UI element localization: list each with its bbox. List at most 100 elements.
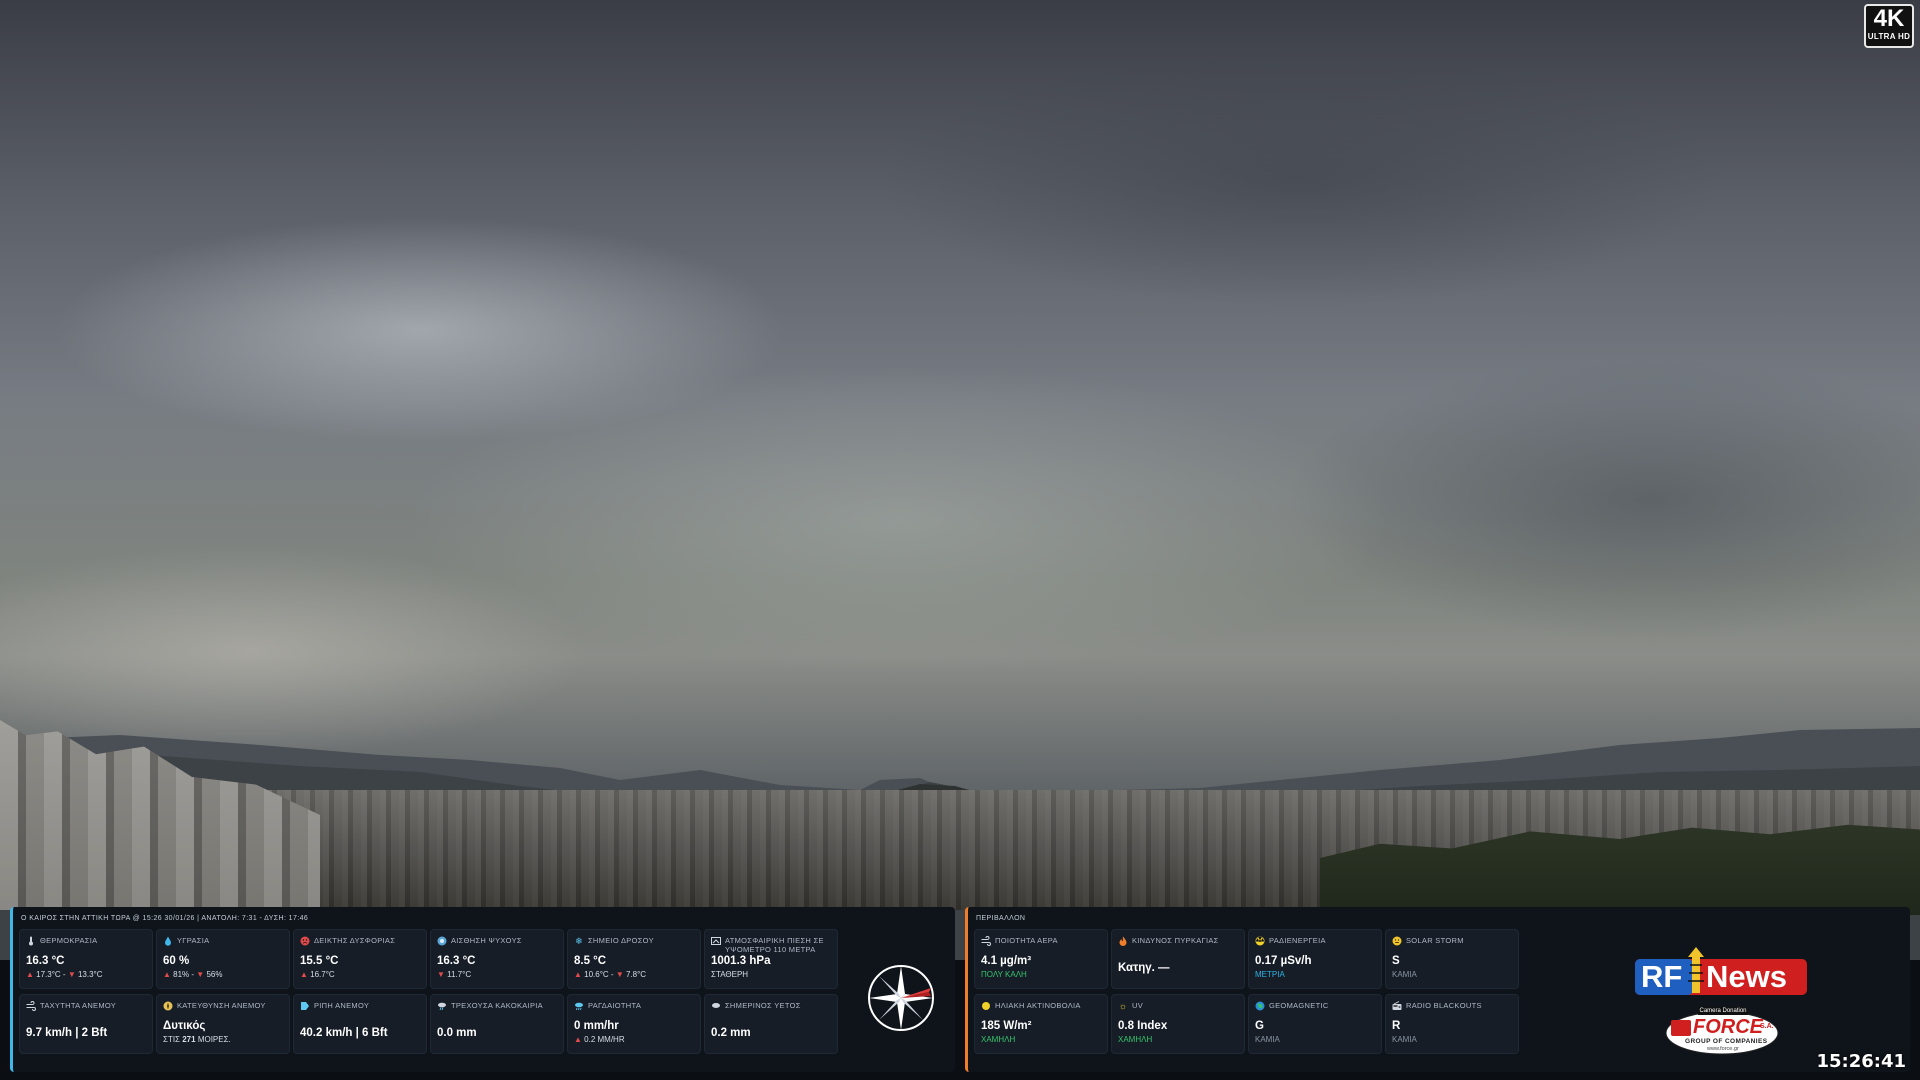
uv-value: 0.8 Index bbox=[1118, 1020, 1168, 1032]
wind-chill-value: 16.3 °C bbox=[437, 955, 476, 967]
today-rain-title: ΣΗΜΕΡΙΝΟΣ ΥΕΤΟΣ bbox=[725, 1001, 801, 1010]
solar-radiation-card: ΗΛΙΑΚΗ ΑΚΤΙΝΟΒΟΛΙΑ 185 W/m² ΧΑΜΗΛΗ bbox=[974, 994, 1108, 1054]
wind-chill-title: ΑΙΣΘΗΣΗ ΨΥΧΟΥΣ bbox=[451, 936, 522, 945]
solar-radiation-status: ΧΑΜΗΛΗ bbox=[981, 1035, 1016, 1044]
degrees-number: 271 bbox=[182, 1035, 196, 1044]
geomagnetic-card: GEOMAGNETIC G ΚΑΜΙΑ bbox=[1248, 994, 1382, 1054]
geomagnetic-status: ΚΑΜΙΑ bbox=[1255, 1035, 1280, 1044]
air-quality-card: ΠΟΙΟΤΗΤΑ ΑΕΡΑ 4.1 µg/m³ ΠΟΛΥ ΚΑΛΗ bbox=[974, 929, 1108, 989]
humidity-card: ΥΓΡΑΣΙΑ 60 % ▲ 81% - ▼ 56% bbox=[156, 929, 290, 989]
temperature-card: ΘΕΡΜΟΚΡΑΣΙΑ 16.3 °C ▲ 17.3°C - ▼ 13.3°C bbox=[19, 929, 153, 989]
rain-cloud-icon bbox=[711, 1001, 721, 1011]
temperature-max: 17.3°C bbox=[36, 970, 61, 979]
badge-4k-text: 4K bbox=[1873, 5, 1905, 32]
wind-icon bbox=[26, 1001, 36, 1011]
discomfort-icon bbox=[300, 936, 310, 946]
globe-icon bbox=[1255, 1001, 1265, 1011]
dew-point-range: ▲ 10.6°C - ▼ 7.8°C bbox=[574, 970, 694, 979]
arrow-up-icon: ▲ bbox=[163, 970, 171, 979]
air-quality-icon bbox=[981, 936, 991, 946]
rfnews-logo-rf-text: RF bbox=[1641, 959, 1683, 994]
wind-gust-card: ΡΙΠΗ ΑΝΕΜΟΥ 40.2 km/h | 6 Bft bbox=[293, 994, 427, 1054]
solar-radiation-title: ΗΛΙΑΚΗ ΑΚΤΙΝΟΒΟΛΙΑ bbox=[995, 1001, 1081, 1010]
force-group-logo: Camera Donation FORCE S.A. GROUP OF COMP… bbox=[1665, 1007, 1780, 1055]
solar-storm-icon bbox=[1392, 936, 1402, 946]
fire-icon bbox=[1118, 936, 1128, 946]
weather-grid: ΘΕΡΜΟΚΡΑΣΙΑ 16.3 °C ▲ 17.3°C - ▼ 13.3°C … bbox=[19, 929, 838, 1054]
today-rain-card: ΣΗΜΕΡΙΝΟΣ ΥΕΤΟΣ 0.2 mm bbox=[704, 994, 838, 1054]
radio-blackouts-status: ΚΑΜΙΑ bbox=[1392, 1035, 1417, 1044]
badge-uhd-text: ULTRA HD bbox=[1867, 32, 1911, 41]
snowflake-icon: ❄ bbox=[575, 936, 583, 946]
wind-chill-icon bbox=[437, 936, 447, 946]
discomfort-max-row: ▲ 16.7°C bbox=[300, 970, 420, 979]
rain-rate-title: ΡΑΓΔΑΙΟΤΗΤΑ bbox=[588, 1001, 642, 1010]
environment-header: ΠΕΡΙΒΑΛΛΟΝ bbox=[976, 915, 1026, 922]
radio-blackouts-value: R bbox=[1392, 1020, 1401, 1032]
wind-speed-title: ΤΑΧΥΤΗΤΑ ΑΝΕΜΟΥ bbox=[40, 1001, 117, 1010]
current-storm-title: ΤΡΕΧΟΥΣΑ ΚΑΚΟΚΑΙΡΙΑ bbox=[451, 1001, 543, 1010]
arrow-down-icon: ▼ bbox=[437, 970, 445, 979]
arrow-up-icon: ▲ bbox=[300, 970, 308, 979]
radiation-value: 0.17 µSv/h bbox=[1255, 955, 1312, 967]
discomfort-index-card: ΔΕΙΚΤΗΣ ΔΥΣΦΟΡΙΑΣ 15.5 °C ▲ 16.7°C bbox=[293, 929, 427, 989]
wind-chill-min-row: ▼ 11.7°C bbox=[437, 970, 557, 979]
dew-point-min: 7.8°C bbox=[625, 970, 647, 979]
solar-storm-status: ΚΑΜΙΑ bbox=[1392, 970, 1417, 979]
uv-card: ☼ UV 0.8 Index ΧΑΜΗΛΗ bbox=[1111, 994, 1245, 1054]
today-rain-value: 0.2 mm bbox=[711, 1027, 751, 1039]
solar-storm-card: SOLAR STORM S ΚΑΜΙΑ bbox=[1385, 929, 1519, 989]
gust-icon bbox=[300, 1001, 310, 1011]
wind-speed-card: ΤΑΧΥΤΗΤΑ ΑΝΕΜΟΥ 9.7 km/h | 2 Bft bbox=[19, 994, 153, 1054]
force-camera-donation-text: Camera Donation bbox=[1699, 1008, 1747, 1014]
humidity-range: ▲ 81% - ▼ 56% bbox=[163, 970, 283, 979]
sun-icon bbox=[981, 1001, 991, 1011]
current-storm-card: ΤΡΕΧΟΥΣΑ ΚΑΚΟΚΑΙΡΙΑ 0.0 mm bbox=[430, 994, 564, 1054]
pressure-title: ΑΤΜΟΣΦΑΙΡΙΚΗ ΠΙΕΣΗ ΣΕ ΥΨΟΜΕΤΡΟ 110 ΜΕΤΡΑ bbox=[725, 936, 824, 954]
radio-icon bbox=[1392, 1001, 1402, 1011]
wind-direction-card: ΚΑΤΕΥΘΥΝΣΗ ΑΝΕΜΟΥ Δυτικός ΣΤΙΣ 271 ΜΟΙΡΕ… bbox=[156, 994, 290, 1054]
fire-risk-card: ΚΙΝΔΥΝΟΣ ΠΥΡΚΑΓΙΑΣ Κατηγ. — bbox=[1111, 929, 1245, 989]
radiation-card: ΡΑΔΙΕΝΕΡΓΕΙΑ 0.17 µSv/h ΜΕΤΡΙΑ bbox=[1248, 929, 1382, 989]
rfnews-logo: RF News bbox=[1633, 945, 1808, 1005]
4k-ultra-hd-badge: 4K ULTRA HD bbox=[1864, 4, 1914, 48]
cloudy-sky bbox=[0, 0, 1920, 800]
wind-direction-icon bbox=[163, 1001, 173, 1011]
radiation-icon bbox=[1255, 936, 1265, 946]
temperature-value: 16.3 °C bbox=[26, 955, 65, 967]
discomfort-title: ΔΕΙΚΤΗΣ ΔΥΣΦΟΡΙΑΣ bbox=[314, 936, 396, 945]
dew-point-title: ΣΗΜΕΙΟ ΔΡΟΣΟΥ bbox=[588, 936, 654, 945]
force-group-text: GROUP OF COMPANIES bbox=[1685, 1038, 1768, 1045]
weather-panel: Ο ΚΑΙΡΟΣ ΣΤΗΝ ΑΤΤΙΚΗ ΤΩΡΑ @ 15:26 30/01/… bbox=[10, 907, 955, 1072]
air-quality-status: ΠΟΛΥ ΚΑΛΗ bbox=[981, 970, 1027, 979]
solar-storm-value: S bbox=[1392, 955, 1400, 967]
wind-direction-value: Δυτικός bbox=[163, 1020, 206, 1032]
clock: 15:26:41 bbox=[1816, 1051, 1906, 1072]
geomagnetic-value: G bbox=[1255, 1020, 1264, 1032]
pressure-icon bbox=[711, 936, 721, 946]
current-storm-value: 0.0 mm bbox=[437, 1027, 477, 1039]
humidity-max: 81% bbox=[173, 970, 190, 979]
arrow-down-icon: ▼ bbox=[615, 970, 624, 979]
rain-rate-max: 0.2 MM/HR bbox=[584, 1035, 625, 1044]
storm-cloud-icon bbox=[437, 1001, 447, 1011]
wind-direction-degrees: ΣΤΙΣ 271 ΜΟΙΡΕΣ. bbox=[163, 1035, 283, 1044]
compass-rose-icon bbox=[868, 965, 934, 1031]
temperature-min: 13.3°C bbox=[77, 970, 103, 979]
wind-chill-min: 11.7°C bbox=[447, 970, 472, 979]
humidity-min: 56% bbox=[206, 970, 223, 979]
humidity-title: ΥΓΡΑΣΙΑ bbox=[177, 936, 210, 945]
degrees-prefix: ΣΤΙΣ bbox=[163, 1035, 183, 1044]
humidity-value: 60 % bbox=[163, 955, 190, 967]
dew-point-card: ❄ ΣΗΜΕΙΟ ΔΡΟΣΟΥ 8.5 °C ▲ 10.6°C - ▼ 7.8°C bbox=[567, 929, 701, 989]
rain-rate-max-row: ▲ 0.2 MM/HR bbox=[574, 1035, 694, 1044]
rain-rate-value: 0 mm/hr bbox=[574, 1020, 619, 1032]
environment-grid: ΠΟΙΟΤΗΤΑ ΑΕΡΑ 4.1 µg/m³ ΠΟΛΥ ΚΑΛΗ ΚΙΝΔΥΝ… bbox=[974, 929, 1519, 1054]
arrow-down-icon: ▼ bbox=[196, 970, 205, 979]
radio-blackouts-title: RADIO BLACKOUTS bbox=[1406, 1001, 1482, 1010]
arrow-down-icon: ▼ bbox=[67, 970, 76, 979]
radiation-title: ΡΑΔΙΕΝΕΡΓΕΙΑ bbox=[1269, 936, 1326, 945]
wind-direction-title: ΚΑΤΕΥΘΥΝΣΗ ΑΝΕΜΟΥ bbox=[177, 1001, 266, 1010]
rain-rate-icon bbox=[574, 1001, 584, 1011]
dew-point-value: 8.5 °C bbox=[574, 955, 607, 967]
